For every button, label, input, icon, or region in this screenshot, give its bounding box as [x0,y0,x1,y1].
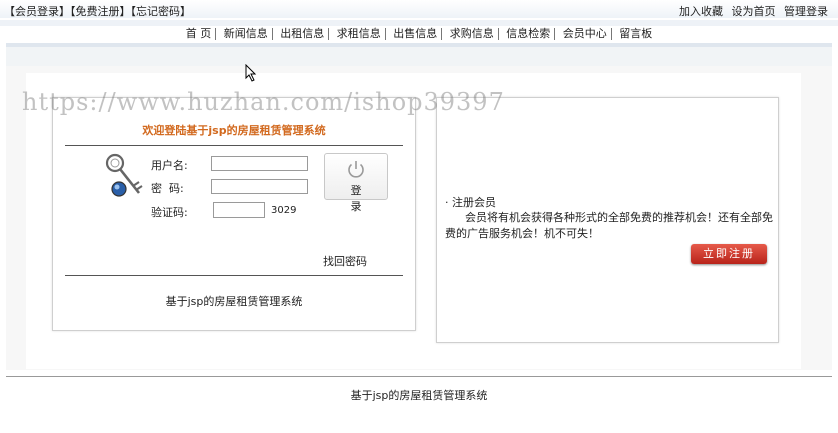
nav-item-purchase[interactable]: 求购信息 [446,28,499,40]
top-right-links: 加入收藏 设为首页 管理登录 [674,3,828,19]
top-left-links: 【会员登录】【免费注册】【忘记密码】 [4,3,191,19]
nav-item-guestbook[interactable]: 留言板 [615,28,656,40]
login-system-name: 基于jsp的房屋租赁管理系统 [165,295,303,308]
nav-item-seek-rent[interactable]: 求租信息 [333,28,386,40]
mouse-cursor-icon [245,64,257,82]
nav-item-rent-out[interactable]: 出租信息 [276,28,330,40]
nav-item-home[interactable]: 首 页 [182,28,217,40]
nav-item-search[interactable]: 信息检索 [502,28,556,40]
username-input[interactable] [211,156,308,171]
main-nav: 首 页 新闻信息 出租信息 求租信息 出售信息 求购信息 信息检索 会员中心 留… [0,26,838,42]
login-title: 欢迎登陆基于jsp的房屋租赁管理系统 [142,124,326,137]
add-favorite-link[interactable]: 加入收藏 [679,5,723,18]
register-heading: · 注册会员 [445,196,496,209]
key-icon [105,153,143,197]
login-divider-top [65,145,403,146]
login-panel: 欢迎登陆基于jsp的房屋租赁管理系统 用户名: 密 码: 验证码: 3029 登… [52,97,416,331]
free-register-link[interactable]: 【免费注册】 [70,5,131,18]
captcha-input[interactable] [213,202,265,218]
nav-item-member-center[interactable]: 会员中心 [559,28,612,40]
top-bar: 【会员登录】【免费注册】【忘记密码】 加入收藏 设为首页 管理登录 [0,0,838,18]
find-password-link[interactable]: 找回密码 [323,253,367,269]
footer-text: 基于jsp的房屋租赁管理系统 [350,389,488,402]
watermark-text: https://www.huzhan.com/ishop39397 [22,88,505,116]
admin-login-link[interactable]: 管理登录 [784,5,828,18]
username-label: 用户名: [151,159,188,172]
register-description: 会员将有机会获得各种形式的全部免费的推荐机会！还有全部免费的广告服务机会！机不可… [445,211,773,240]
password-label: 密 码: [151,182,184,195]
footer-divider [6,376,832,377]
power-icon [348,161,364,178]
login-button-label: 登录 [350,184,376,213]
login-divider-bottom [65,275,403,276]
captcha-code: 3029 [271,205,297,216]
register-now-button[interactable]: 立即注册 [691,244,767,264]
set-homepage-link[interactable]: 设为首页 [732,5,776,18]
register-panel: · 注册会员 会员将有机会获得各种形式的全部免费的推荐机会！还有全部免费的广告服… [436,97,779,343]
captcha-label: 验证码: [151,206,188,219]
nav-item-news[interactable]: 新闻信息 [220,28,273,40]
password-input[interactable] [211,179,308,194]
nav-item-sale[interactable]: 出售信息 [389,28,443,40]
member-login-link[interactable]: 【会员登录】 [4,5,70,18]
login-button[interactable]: 登录 [324,153,388,213]
forgot-password-link[interactable]: 【忘记密码】 [131,5,192,18]
